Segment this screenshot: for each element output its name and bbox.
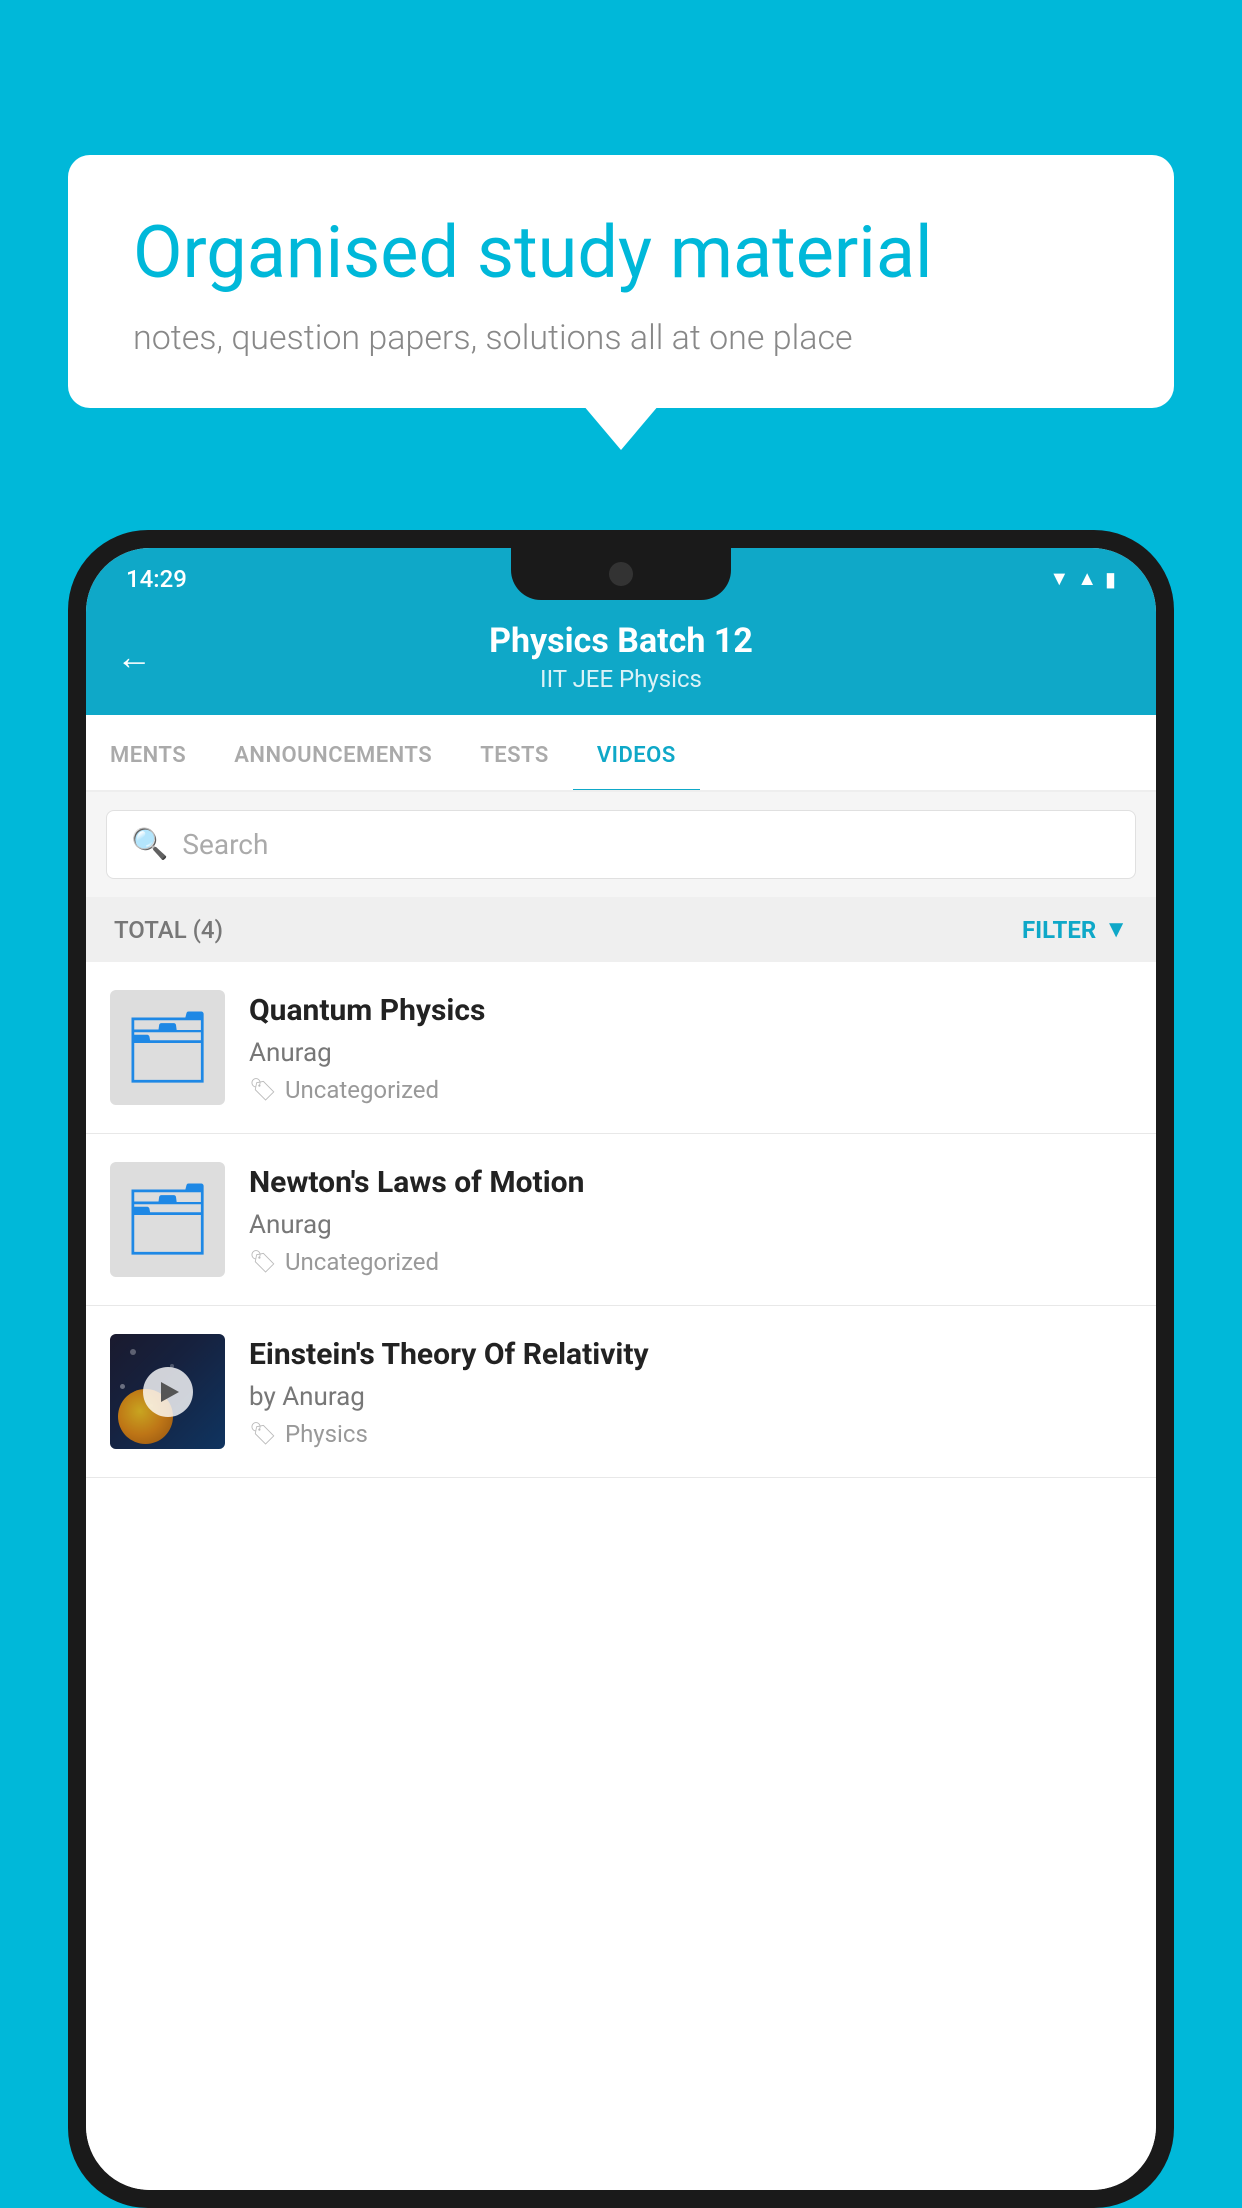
header-title: Physics Batch 12 [172,621,1070,661]
phone-outer: 14:29 ▼ ▲ ▮ ← Physics Batch 12 IIT JEE P… [68,530,1174,2208]
video-thumbnail: 🗂 [110,1162,225,1277]
tab-videos[interactable]: VIDEOS [573,715,700,790]
tabs-bar: MENTS ANNOUNCEMENTS TESTS VIDEOS [86,715,1156,792]
video-author: Anurag [249,1038,1132,1068]
filter-icon: ▼ [1104,915,1128,944]
play-triangle-icon [161,1382,179,1402]
folder-icon: 🗂 [123,1179,212,1261]
video-author: Anurag [249,1210,1132,1240]
filter-button[interactable]: FILTER ▼ [1022,915,1128,944]
tag-label: Physics [285,1420,368,1448]
video-author: by Anurag [249,1382,1132,1412]
tag-icon: 🏷 [249,1422,277,1447]
status-icons: ▼ ▲ ▮ [1049,566,1116,591]
video-thumbnail [110,1334,225,1449]
speech-bubble-container: Organised study material notes, question… [68,155,1174,408]
search-placeholder: Search [182,828,268,861]
phone-wrapper: 14:29 ▼ ▲ ▮ ← Physics Batch 12 IIT JEE P… [68,530,1174,2208]
video-tag: 🏷 Uncategorized [249,1076,1132,1104]
total-label: TOTAL (4) [114,916,223,944]
list-item[interactable]: 🗂 Quantum Physics Anurag 🏷 Uncategorized [86,962,1156,1134]
video-title: Quantum Physics [249,991,1132,1030]
speech-bubble-subtext: notes, question papers, solutions all at… [133,318,1109,358]
tab-ments[interactable]: MENTS [86,715,210,790]
header-subtitle: IIT JEE Physics [172,665,1070,693]
video-thumb-image [110,1334,225,1449]
video-thumbnail: 🗂 [110,990,225,1105]
phone-screen: 14:29 ▼ ▲ ▮ ← Physics Batch 12 IIT JEE P… [86,548,1156,2190]
video-info: Quantum Physics Anurag 🏷 Uncategorized [249,991,1132,1104]
phone-notch [511,548,731,600]
phone-camera [609,562,633,586]
play-button[interactable] [143,1367,193,1417]
tab-announcements[interactable]: ANNOUNCEMENTS [210,715,456,790]
video-title: Newton's Laws of Motion [249,1163,1132,1202]
list-item[interactable]: 🗂 Newton's Laws of Motion Anurag 🏷 Uncat… [86,1134,1156,1306]
tag-icon: 🏷 [249,1078,277,1103]
tag-icon: 🏷 [249,1250,277,1275]
wifi-icon: ▼ [1049,566,1069,591]
videos-list: 🗂 Quantum Physics Anurag 🏷 Uncategorized [86,962,1156,2190]
battery-icon: ▮ [1105,567,1116,591]
back-button[interactable]: ← [116,636,152,678]
search-container: 🔍 Search [86,792,1156,897]
search-icon: 🔍 [131,827,168,862]
speech-bubble-heading: Organised study material [133,210,1109,296]
tag-label: Uncategorized [285,1248,439,1276]
video-info: Newton's Laws of Motion Anurag 🏷 Uncateg… [249,1163,1132,1276]
video-tag: 🏷 Physics [249,1420,1132,1448]
status-time: 14:29 [126,565,187,593]
video-title: Einstein's Theory Of Relativity [249,1335,1132,1374]
video-tag: 🏷 Uncategorized [249,1248,1132,1276]
speech-bubble: Organised study material notes, question… [68,155,1174,408]
tag-label: Uncategorized [285,1076,439,1104]
tab-tests[interactable]: TESTS [456,715,573,790]
signal-icon: ▲ [1077,566,1097,591]
header-title-group: Physics Batch 12 IIT JEE Physics [172,621,1070,693]
folder-icon: 🗂 [123,1007,212,1089]
filter-bar: TOTAL (4) FILTER ▼ [86,897,1156,962]
app-header: ← Physics Batch 12 IIT JEE Physics [86,603,1156,715]
filter-label: FILTER [1022,916,1096,944]
video-info: Einstein's Theory Of Relativity by Anura… [249,1335,1132,1448]
search-bar[interactable]: 🔍 Search [106,810,1136,879]
list-item[interactable]: Einstein's Theory Of Relativity by Anura… [86,1306,1156,1478]
